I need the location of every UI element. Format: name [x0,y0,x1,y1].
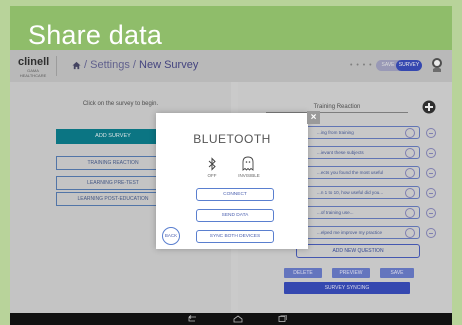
send-data-button[interactable]: SEND DATA [196,209,274,222]
app-window: clinell GAMA HEALTHCARE / Settings / New… [10,50,452,313]
banner: Share data [10,6,452,50]
visibility-status-label: INVISIBLE [238,173,260,178]
recents-nav-icon[interactable] [276,315,288,323]
bluetooth-icon[interactable] [207,157,217,171]
sync-both-devices-button[interactable]: SYNC BOTH DEVICES [196,230,274,243]
dialog-title: BLUETOOTH [193,132,271,146]
banner-title: Share data [28,20,163,50]
bluetooth-dialog: BLUETOOTH OFF INVISIBLE CONNECT SEND DAT… [156,113,308,249]
system-nav-bar [10,313,452,325]
close-icon[interactable]: × [307,111,320,124]
ghost-icon[interactable] [242,156,254,171]
bluetooth-status-label: OFF [207,173,217,178]
connect-button[interactable]: CONNECT [196,188,274,201]
back-nav-icon[interactable] [186,315,198,323]
back-button[interactable]: BACK [162,227,180,245]
home-nav-icon[interactable] [232,315,244,323]
